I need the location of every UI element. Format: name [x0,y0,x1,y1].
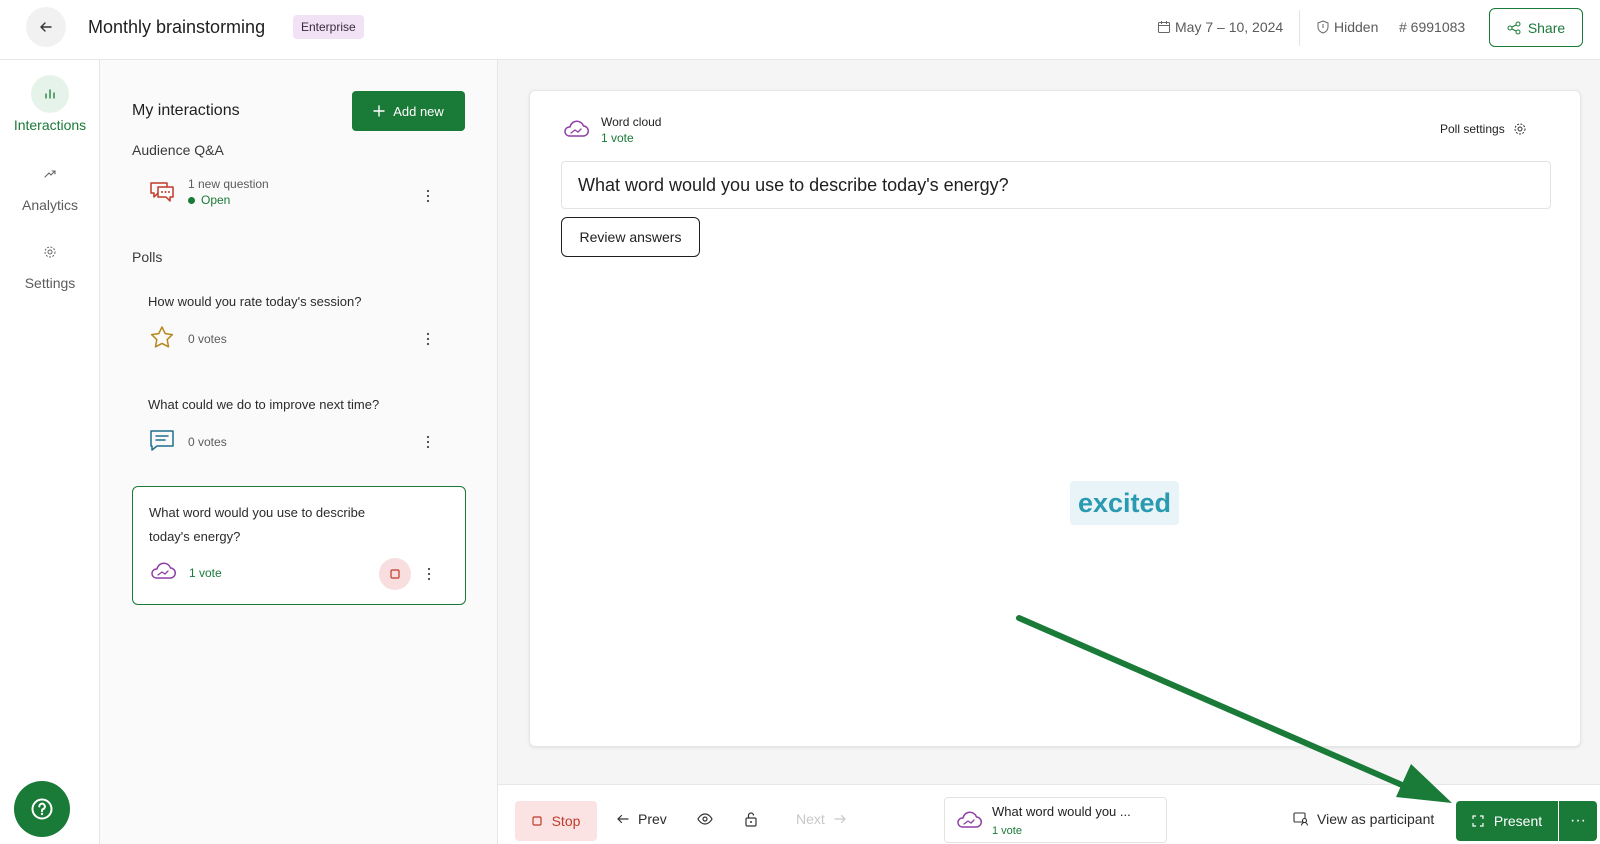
view-as-participant-button[interactable]: View as participant [1293,811,1434,827]
view-as-participant-label: View as participant [1317,811,1435,827]
visibility-text: Hidden [1334,19,1379,35]
share-button[interactable]: Share [1489,8,1583,47]
question-icon [31,798,53,820]
event-code[interactable]: # 6991083 [1399,19,1465,35]
star-icon [150,326,174,348]
status-dot [188,197,195,205]
poll-item[interactable]: How would you rate today's session? 0 vo… [132,280,466,360]
add-new-button[interactable]: Add new [352,91,465,131]
rail-label-analytics: Analytics [21,197,79,213]
gear-icon [1514,123,1526,135]
current-poll-votes: 1 vote [992,825,1022,837]
poll-settings-button[interactable]: Poll settings [1440,122,1527,136]
qa-status: Open [188,193,230,207]
current-poll-title: What word would you ... [992,804,1131,819]
word-cloud-icon [151,562,176,579]
kebab-icon[interactable] [424,332,432,346]
prev-label: Prev [638,811,667,827]
poll-question: What could we do to improve next time? [148,397,380,412]
review-answers-button[interactable]: Review answers [561,217,700,257]
rail-label-interactions: Interactions [13,117,87,133]
gear-icon [31,233,69,271]
poll-vote-count: 1 vote [601,131,634,145]
lock-icon[interactable] [744,811,758,827]
plus-icon [373,105,385,117]
arrow-left-icon [40,22,52,32]
back-button[interactable] [26,7,66,47]
poll-question-title[interactable]: What word would you use to describe toda… [561,161,1551,209]
prev-button[interactable]: Prev [616,811,667,827]
fullscreen-icon [1472,815,1484,827]
word-cloud-icon [957,811,982,828]
rail-item-analytics[interactable]: Analytics [0,155,100,213]
text-chat-icon [150,430,174,451]
next-button[interactable]: Next [796,811,847,827]
panel-title: My interactions [132,102,240,119]
kebab-icon[interactable] [424,189,432,203]
calendar-icon [1158,21,1170,33]
stop-icon [390,569,400,579]
poll-question: What word would you use to describe toda… [149,505,366,544]
stop-icon [531,816,542,826]
current-poll-selector[interactable]: What word would you ... 1 vote [944,797,1167,843]
present-label: Present [1493,813,1543,829]
add-new-label: Add new [393,103,444,119]
help-button[interactable] [14,781,70,837]
section-polls: Polls [132,249,163,265]
visibility-status[interactable]: Hidden [1316,19,1378,35]
poll-preview-card: Word cloud 1 vote Poll settings What wor… [529,90,1581,747]
kebab-icon[interactable] [424,435,432,449]
event-date[interactable]: May 7 – 10, 2024 [1157,19,1283,35]
poll-item-active[interactable]: What word would you use to describe toda… [132,486,466,605]
qa-new-count: 1 new question [188,177,269,191]
qa-status-text: Open [201,193,231,207]
event-date-text: May 7 – 10, 2024 [1175,19,1284,35]
main-area: Word cloud 1 vote Poll settings What wor… [498,60,1600,784]
poll-type: Word cloud [601,115,662,129]
interactions-panel: My interactions Add new Audience Q&A 1 n… [100,60,498,844]
word-cloud-word: excited [1070,481,1180,525]
header-divider [1299,10,1300,46]
more-options-label: ··· [1570,812,1586,829]
speech-bubble-icon [150,182,174,202]
shield-icon [1317,20,1329,34]
share-icon [1507,21,1521,34]
present-button[interactable]: Present [1456,801,1558,841]
qa-item[interactable]: 1 new question Open [132,170,466,222]
rail-label-settings: Settings [24,275,76,291]
poll-question: How would you rate today's session? [148,294,362,309]
page-title: Monthly brainstorming [88,17,266,37]
bar-chart-icon [31,75,69,113]
poll-votes: 0 votes [188,435,227,449]
stop-button[interactable]: Stop [515,801,597,841]
arrow-right-icon [834,814,846,824]
participant-icon [1293,812,1309,826]
left-rail: Interactions Analytics Settings [0,60,100,844]
word-cloud-icon [564,120,589,137]
stop-poll-button[interactable] [379,558,411,590]
section-audience-qa: Audience Q&A [132,142,224,158]
eye-icon[interactable] [697,812,713,826]
next-label: Next [796,811,825,827]
presenter-controls: Stop Prev Next What word would you ... 1… [498,784,1600,844]
kebab-icon[interactable] [425,567,433,581]
poll-votes: 1 vote [189,566,222,580]
poll-votes: 0 votes [188,332,227,346]
more-options-button[interactable]: ··· [1559,801,1597,841]
trend-icon [31,155,69,193]
top-header: Monthly brainstorming Enterprise May 7 –… [0,0,1600,60]
rail-item-interactions[interactable]: Interactions [0,75,100,133]
poll-item[interactable]: What could we do to improve next time? 0… [132,383,466,463]
share-label: Share [1527,19,1566,36]
rail-item-settings[interactable]: Settings [0,233,100,291]
stop-label: Stop [551,813,581,829]
plan-badge: Enterprise [293,15,364,39]
arrow-left-icon [617,814,629,824]
poll-settings-label: Poll settings [1440,122,1505,136]
